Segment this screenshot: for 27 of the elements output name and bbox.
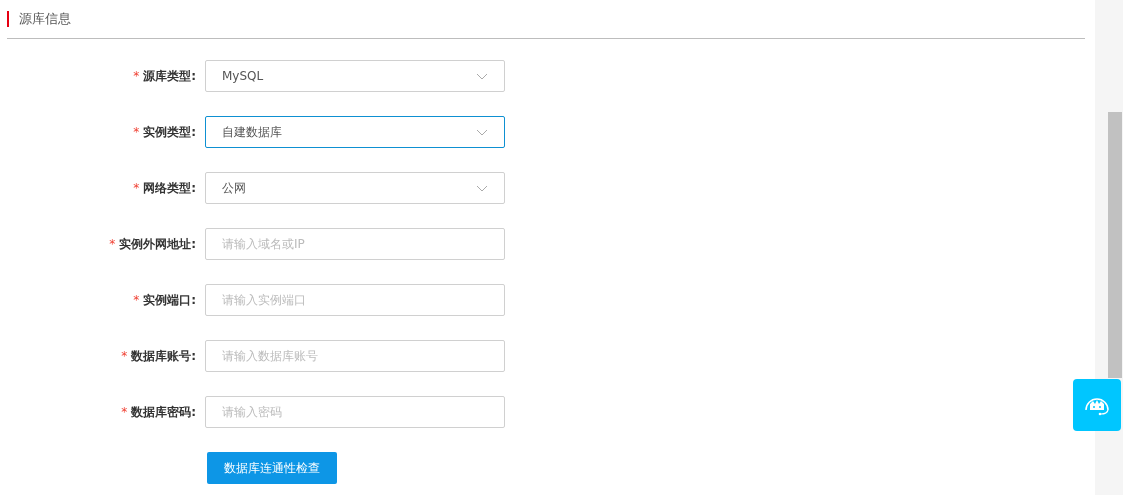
field-label: 数据库密码: — [131, 404, 196, 421]
required-asterisk: * — [121, 348, 128, 365]
required-asterisk: * — [133, 292, 140, 309]
required-asterisk: * — [109, 236, 116, 253]
required-asterisk: * — [133, 68, 140, 85]
field-label: 源库类型: — [143, 68, 196, 85]
required-asterisk: * — [133, 124, 140, 141]
input-field[interactable]: 请输入密码 — [205, 396, 505, 428]
select-field[interactable]: 公网 — [205, 172, 505, 204]
select-field[interactable]: MySQL — [205, 60, 505, 92]
input-field[interactable]: 请输入域名或IP — [205, 228, 505, 260]
required-asterisk: * — [133, 180, 140, 197]
input-field[interactable]: 请输入实例端口 — [205, 284, 505, 316]
field-label: 数据库账号: — [131, 348, 196, 365]
section-title: 源库信息 — [19, 10, 71, 29]
chat-bot-button[interactable] — [1073, 379, 1121, 431]
select-field[interactable]: 自建数据库 — [205, 116, 505, 148]
chevron-down-icon — [476, 184, 488, 192]
chevron-down-icon — [476, 72, 488, 80]
field-label: 实例类型: — [143, 124, 196, 141]
required-asterisk: * — [121, 404, 128, 421]
field-label: 网络类型: — [143, 180, 196, 197]
input-field[interactable]: 请输入数据库账号 — [205, 340, 505, 372]
chevron-down-icon — [476, 128, 488, 136]
field-label: 实例外网地址: — [119, 236, 196, 253]
scrollbar-thumb[interactable] — [1108, 112, 1122, 378]
field-label: 实例端口: — [143, 292, 196, 309]
